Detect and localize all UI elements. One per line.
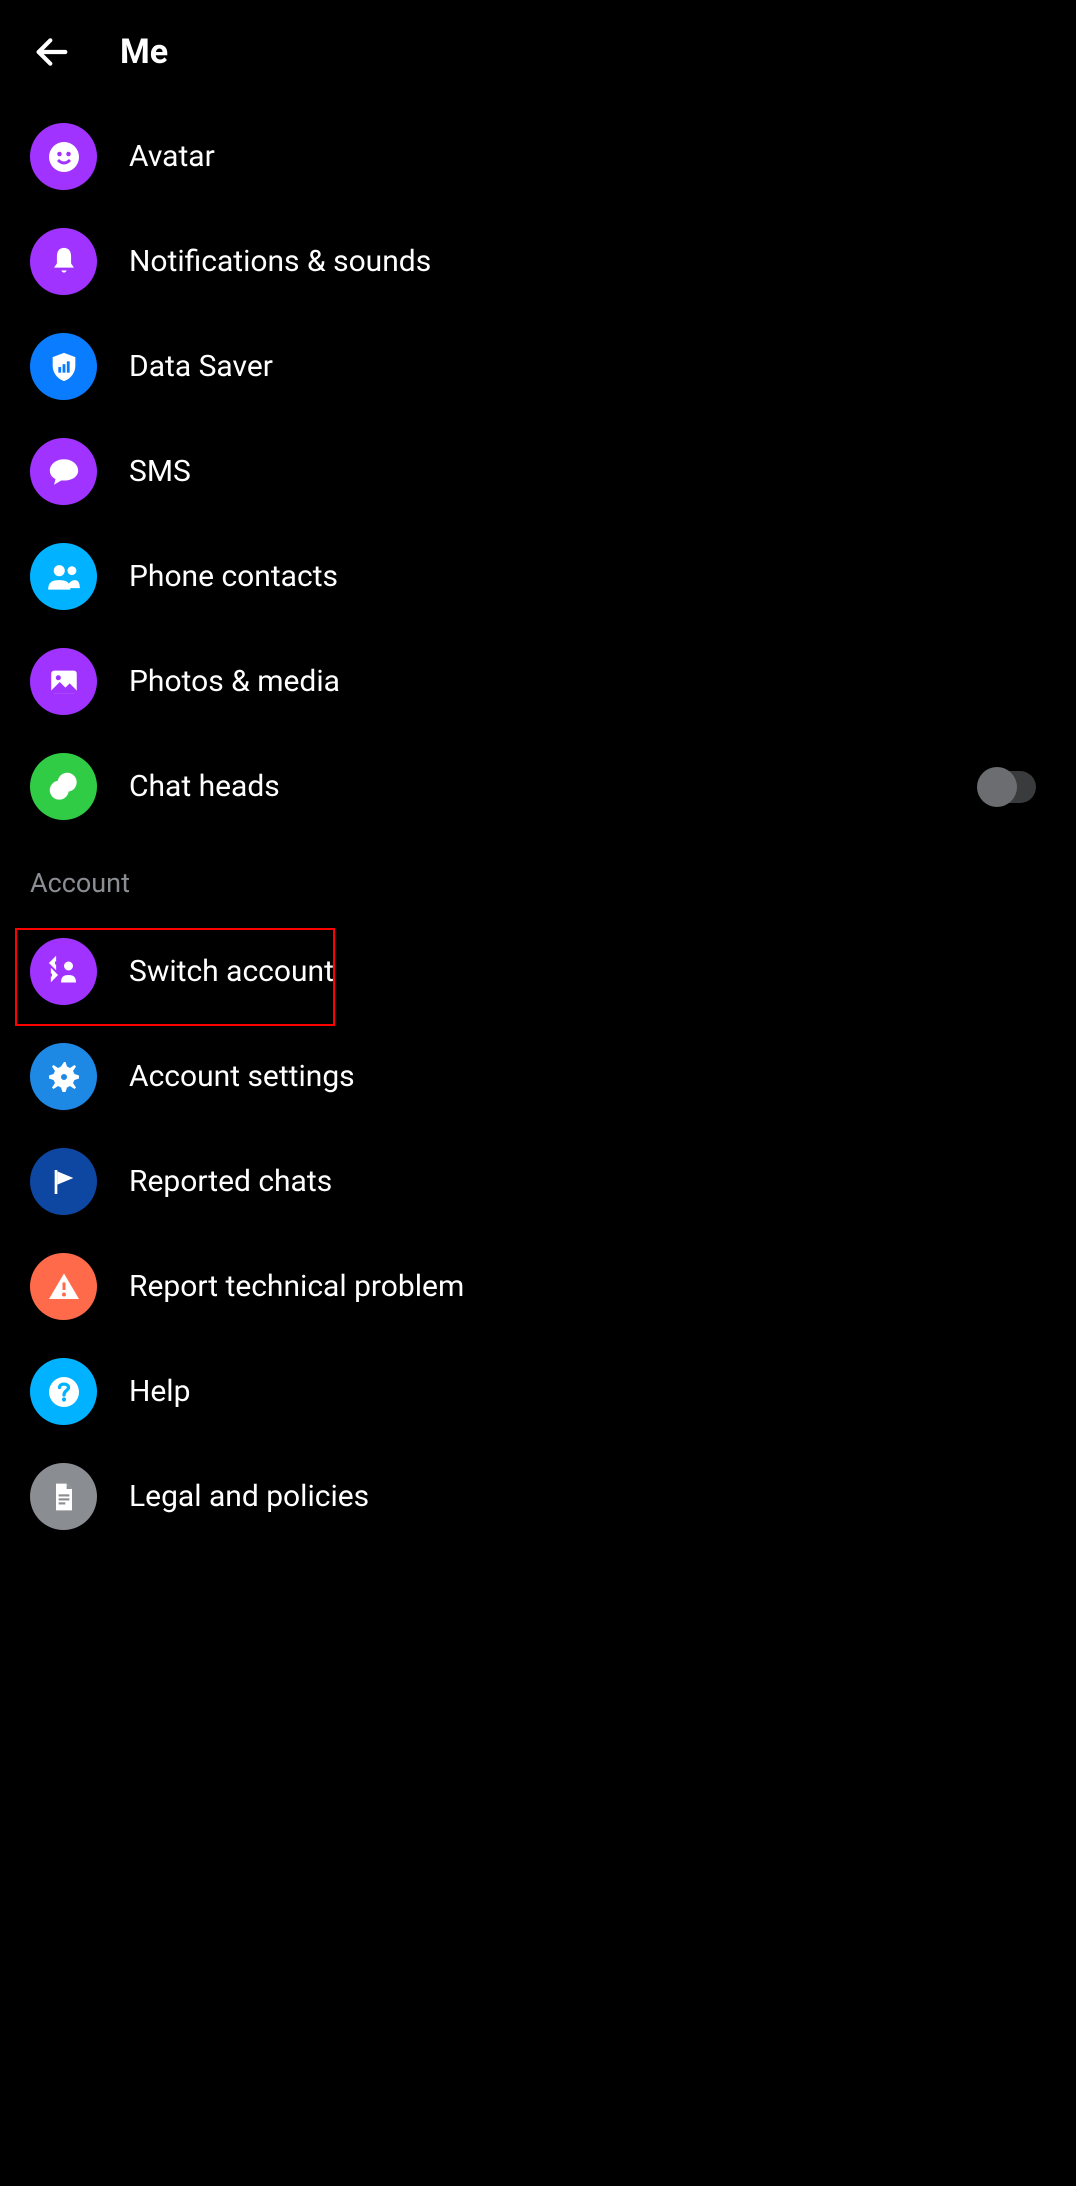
row-chat-heads[interactable]: Chat heads — [0, 734, 1076, 839]
row-notifications[interactable]: Notifications & sounds — [0, 209, 1076, 314]
row-label: Avatar — [129, 139, 215, 174]
row-label: Notifications & sounds — [129, 244, 431, 279]
row-label: Report technical problem — [129, 1269, 464, 1304]
shield-icon — [30, 333, 97, 400]
row-switch-account[interactable]: Switch account — [0, 919, 1076, 1024]
row-reported-chats[interactable]: Reported chats — [0, 1129, 1076, 1234]
row-phone-contacts[interactable]: Phone contacts — [0, 524, 1076, 629]
photo-icon — [30, 648, 97, 715]
row-avatar[interactable]: Avatar — [0, 104, 1076, 209]
back-button[interactable] — [28, 28, 76, 76]
bell-icon — [30, 228, 97, 295]
chathead-icon — [30, 753, 97, 820]
help-icon — [30, 1358, 97, 1425]
section-header-account: Account — [0, 839, 1076, 919]
row-label: Switch account — [129, 954, 334, 989]
row-label: Phone contacts — [129, 559, 338, 594]
settings-list: Avatar Notifications & sounds Data Saver… — [0, 104, 1076, 1549]
row-photos-media[interactable]: Photos & media — [0, 629, 1076, 734]
warning-icon — [30, 1253, 97, 1320]
contacts-icon — [30, 543, 97, 610]
avatar-icon — [30, 123, 97, 190]
row-legal-policies[interactable]: Legal and policies — [0, 1444, 1076, 1549]
row-label: Reported chats — [129, 1164, 332, 1199]
row-account-settings[interactable]: Account settings — [0, 1024, 1076, 1129]
chat-heads-toggle[interactable] — [978, 771, 1036, 803]
row-label: Data Saver — [129, 349, 273, 384]
header: Me — [0, 0, 1076, 104]
row-label: Help — [129, 1374, 190, 1409]
row-sms[interactable]: SMS — [0, 419, 1076, 524]
row-help[interactable]: Help — [0, 1339, 1076, 1444]
row-label: Account settings — [129, 1059, 355, 1094]
flag-icon — [30, 1148, 97, 1215]
gear-icon — [30, 1043, 97, 1110]
toggle-knob — [977, 767, 1017, 807]
doc-icon — [30, 1463, 97, 1530]
row-data-saver[interactable]: Data Saver — [0, 314, 1076, 419]
row-label: Photos & media — [129, 664, 340, 699]
page-title: Me — [120, 32, 168, 72]
back-arrow-icon — [32, 32, 72, 72]
row-label: SMS — [129, 454, 191, 489]
row-report-problem[interactable]: Report technical problem — [0, 1234, 1076, 1339]
row-label: Chat heads — [129, 769, 280, 804]
chat-icon — [30, 438, 97, 505]
row-label: Legal and policies — [129, 1479, 369, 1514]
switch-icon — [30, 938, 97, 1005]
